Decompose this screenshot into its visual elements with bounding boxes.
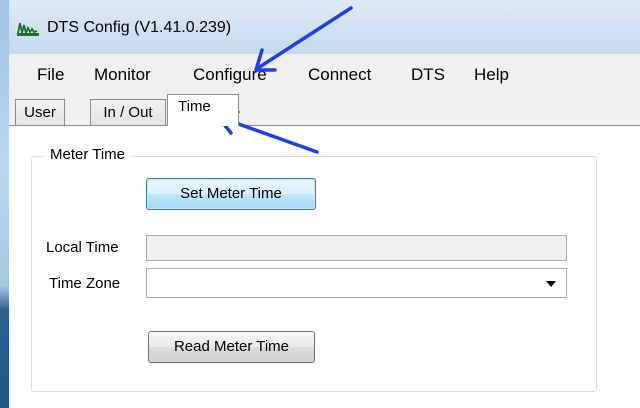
local-time-label: Local Time — [46, 239, 119, 256]
menu-configure[interactable]: Configure — [193, 65, 267, 85]
read-meter-time-button[interactable]: Read Meter Time — [148, 331, 315, 363]
title-bar: DTS Config (V1.41.0.239) — [9, 0, 640, 54]
local-time-field[interactable] — [146, 235, 567, 261]
menu-dts[interactable]: DTS — [411, 65, 445, 85]
chevron-down-icon[interactable] — [546, 281, 556, 287]
set-meter-time-button[interactable]: Set Meter Time — [146, 178, 316, 210]
time-tab-panel: Meter Time Set Meter Time Local Time Tim… — [9, 126, 640, 408]
meter-time-group-label: Meter Time — [44, 146, 132, 163]
desktop-edge — [0, 0, 9, 408]
tab-user[interactable]: User — [15, 99, 65, 125]
window-title: DTS Config (V1.41.0.239) — [47, 19, 232, 36]
time-zone-label: Time Zone — [49, 275, 121, 292]
menu-file[interactable]: File — [37, 65, 64, 85]
menu-connect[interactable]: Connect — [308, 65, 371, 85]
tab-time[interactable]: Time — [167, 94, 239, 126]
menu-monitor[interactable]: Monitor — [94, 65, 151, 85]
waveform-icon — [17, 22, 39, 36]
time-zone-dropdown[interactable] — [146, 268, 567, 298]
tab-strip: User In / Out Time — [9, 92, 640, 126]
tab-in-out[interactable]: In / Out — [90, 99, 166, 125]
app-window: DTS Config (V1.41.0.239) File Monitor Co… — [9, 0, 640, 408]
menu-bar: File Monitor Configure Connect DTS Help — [9, 54, 640, 92]
menu-help[interactable]: Help — [474, 65, 509, 85]
